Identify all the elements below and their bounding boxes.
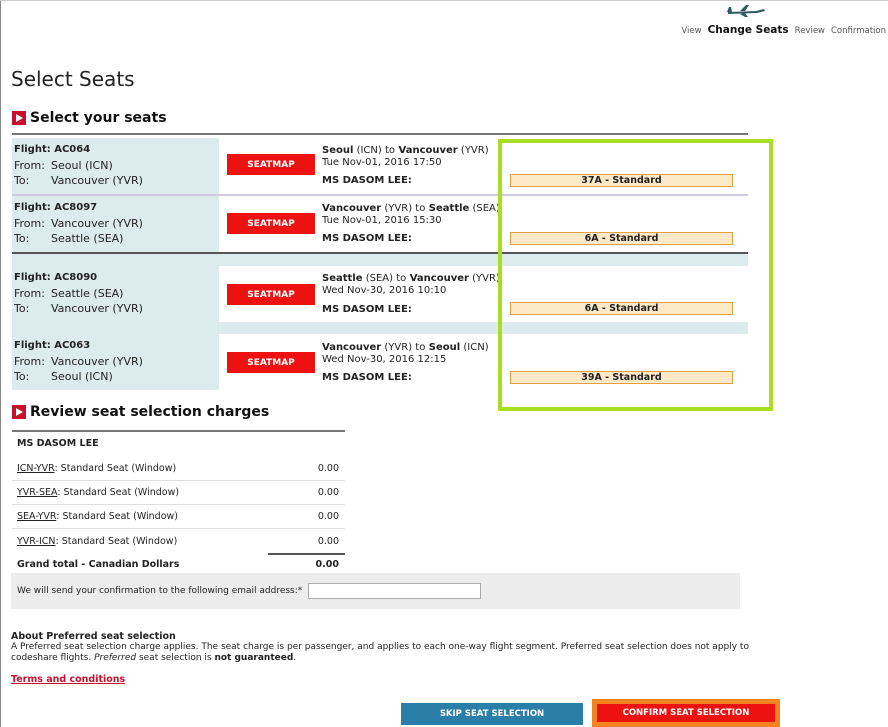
flight-number: Flight: AC8097	[14, 202, 98, 213]
to-value: Seoul (ICN)	[51, 370, 113, 383]
charge-row: ICN-YVR: Standard Seat (Window) 0.00	[12, 457, 345, 481]
select-seats-heading: Select your seats	[12, 110, 167, 126]
charge-amount: 0.00	[317, 511, 339, 522]
page-top-border	[0, 0, 888, 1]
terms-link[interactable]: Terms and conditions	[11, 674, 125, 685]
seatmap-button-3[interactable]: SEATMAP	[227, 284, 315, 305]
step-change-seats: Change Seats	[707, 24, 789, 36]
from-label: From:	[14, 287, 45, 300]
route-link[interactable]: YVR-SEA	[17, 487, 57, 498]
to-value: Vancouver (YVR)	[51, 174, 143, 187]
grand-total-amount: 0.00	[315, 558, 339, 570]
row-spacer	[12, 254, 748, 266]
review-charges-heading: Review seat selection charges	[12, 404, 269, 420]
email-label: We will send your confirmation to the fo…	[17, 586, 303, 596]
review-charges-heading-text: Review seat selection charges	[30, 404, 270, 420]
page-title: Select Seats	[11, 67, 135, 91]
from-value: Seoul (ICN)	[51, 159, 113, 172]
seatmap-button-4[interactable]: SEATMAP	[227, 352, 315, 373]
flight-datetime: Wed Nov-30, 2016 10:10	[322, 285, 447, 296]
from-value: Seattle (SEA)	[51, 287, 124, 300]
step-confirmation: Confirmation	[831, 26, 886, 36]
charge-row: YVR-SEA: Standard Seat (Window) 0.00	[12, 481, 345, 505]
flight-info-1: Flight: AC064 From: Seoul (ICN) To: Vancou…	[12, 138, 219, 195]
passenger-name: MS DASOM LEE:	[322, 372, 412, 383]
seat-assignment-1[interactable]: 37A - Standard	[510, 174, 733, 187]
route-link[interactable]: ICN-YVR	[17, 463, 54, 474]
about-text: A Preferred seat selection charge applie…	[11, 642, 749, 663]
flight-info-2: Flight: AC8097 From: Vancouver (YVR) To: S…	[12, 196, 219, 252]
route-2: Vancouver (YVR) to Seattle (SEA) Tue Nov…	[322, 203, 500, 226]
route-3: Seattle (SEA) to Vancouver (YVR) Wed Nov…	[322, 273, 500, 296]
flight-datetime: Tue Nov-01, 2016 15:30	[322, 215, 442, 226]
passenger-name: MS DASOM LEE:	[322, 304, 412, 315]
grand-total-label: Grand total - Canadian Dollars	[17, 558, 180, 570]
seat-assignment-2[interactable]: 6A - Standard	[510, 232, 733, 245]
from-label: From:	[14, 159, 45, 172]
seatmap-button-1[interactable]: SEATMAP	[227, 154, 315, 175]
skip-seat-selection-button[interactable]: SKIP SEAT SELECTION	[401, 703, 583, 725]
charge-row: YVR-ICN: Standard Seat (Window) 0.00	[17, 535, 339, 547]
step-view: View	[681, 26, 702, 36]
flight-number: Flight: AC063	[14, 340, 91, 351]
email-section: We will send your confirmation to the fo…	[11, 573, 740, 609]
section-arrow-icon	[12, 111, 26, 125]
progress-steps: View Change Seats Review Confirmation	[681, 24, 886, 36]
route-link[interactable]: YVR-ICN	[17, 536, 56, 547]
section-arrow-icon	[12, 405, 26, 419]
select-seats-heading-text: Select your seats	[30, 110, 167, 126]
to-label: To:	[14, 174, 30, 187]
seat-assignment-4[interactable]: 39A - Standard	[510, 371, 733, 384]
confirm-button-focus-ring: CONFIRM SEAT SELECTION	[592, 699, 780, 727]
flight-number: Flight: AC8090	[14, 272, 98, 283]
to-value: Vancouver (YVR)	[51, 302, 143, 315]
charges-table: MS DASOM LEE ICN-YVR: Standard Seat (Win…	[12, 430, 345, 575]
grand-total-row: Grand total - Canadian Dollars 0.00	[12, 553, 345, 575]
seatmap-button-2[interactable]: SEATMAP	[227, 213, 315, 234]
total-rule	[268, 553, 345, 555]
flight-info-3: Flight: AC8090 From: Seattle (SEA) To: Van…	[12, 266, 219, 322]
from-value: Vancouver (YVR)	[51, 217, 143, 230]
confirm-seat-selection-button[interactable]: CONFIRM SEAT SELECTION	[597, 704, 775, 722]
charge-amount: 0.00	[317, 463, 339, 474]
seat-assignment-3[interactable]: 6A - Standard	[510, 302, 733, 315]
email-input[interactable]	[308, 583, 482, 599]
to-label: To:	[14, 370, 30, 383]
charge-amount: 0.00	[317, 535, 339, 547]
flight-number: Flight: AC064	[14, 144, 91, 155]
step-review: Review	[794, 26, 825, 36]
about-title: About Preferred seat selection	[11, 631, 176, 642]
from-label: From:	[14, 355, 45, 368]
airplane-icon	[727, 5, 765, 17]
charge-row: SEA-YVR: Standard Seat (Window) 0.00	[12, 505, 345, 529]
flight-datetime: Tue Nov-01, 2016 17:50	[322, 157, 442, 168]
section-divider	[12, 133, 748, 135]
passenger-name: MS DASOM LEE:	[322, 175, 412, 186]
page-left-border	[0, 0, 1, 727]
row-spacer	[12, 322, 748, 334]
route-1: Seoul (ICN) to Vancouver (YVR) Tue Nov-0…	[322, 145, 489, 168]
route-link[interactable]: SEA-YVR	[17, 511, 56, 522]
to-label: To:	[14, 302, 30, 315]
from-label: From:	[14, 217, 45, 230]
passenger-name: MS DASOM LEE:	[322, 233, 412, 244]
to-label: To:	[14, 232, 30, 245]
charge-amount: 0.00	[317, 487, 339, 498]
from-value: Vancouver (YVR)	[51, 355, 143, 368]
flight-info-4: Flight: AC063 From: Vancouver (YVR) To: Se…	[12, 334, 219, 390]
to-value: Seattle (SEA)	[51, 232, 124, 245]
flight-datetime: Wed Nov-30, 2016 12:15	[322, 354, 447, 365]
route-4: Vancouver (YVR) to Seoul (ICN) Wed Nov-3…	[322, 342, 489, 365]
charges-passenger-name: MS DASOM LEE	[17, 438, 99, 449]
